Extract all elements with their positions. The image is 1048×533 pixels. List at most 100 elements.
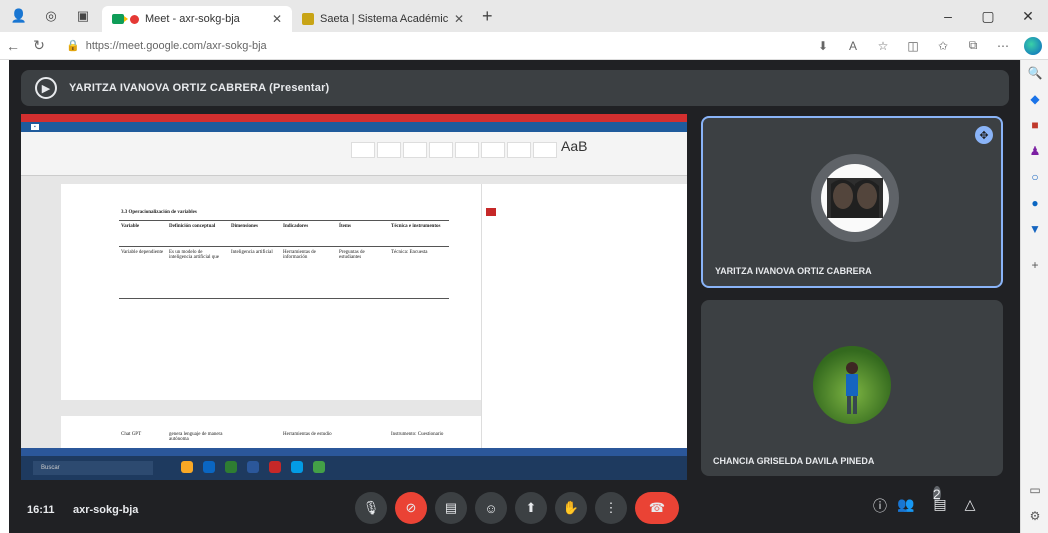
add-app-icon[interactable]: +: [1021, 252, 1048, 278]
recording-dot-icon: [130, 14, 139, 24]
window-controls: – ▢ ✕: [928, 8, 1048, 25]
chrome-icon: [313, 461, 325, 473]
call-controls: 🎙 ⊘ ▤ ☺ ⬆ ✋ ⋮ ☎: [355, 492, 687, 524]
table-border: [119, 246, 449, 247]
style-gallery: [351, 142, 559, 158]
participant-name: CHANCIA GRISELDA DAVILA PINEDA: [713, 456, 875, 466]
doc-cell: Variable dependiente: [121, 250, 164, 255]
excel-icon: [225, 461, 237, 473]
word-icon: [247, 461, 259, 473]
profile-icon[interactable]: 👤: [6, 5, 32, 27]
side-controls: ⓘ 👥2 ▤ △: [865, 486, 985, 516]
copilot-icon[interactable]: [1024, 36, 1042, 55]
participant-name: YARITZA IVANOVA ORTIZ CABRERA: [715, 266, 872, 276]
university-logo-icon: [486, 208, 496, 216]
windows-taskbar: Buscar: [21, 456, 687, 480]
url-field[interactable]: 🔒 https://meet.google.com/axr-sokg-bja: [66, 39, 267, 53]
tab-actions-icon[interactable]: ▣: [70, 5, 96, 27]
document-page: 3.3 Operacionalización de variables Vari…: [61, 184, 481, 400]
doc-heading: 3.3 Operacionalización de variables: [121, 210, 197, 215]
doc-col-header: Variable: [121, 224, 140, 229]
search-icon[interactable]: 🔍: [1021, 60, 1048, 86]
presenter-label: YARITZA IVANOVA ORTIZ CABRERA (Presentar…: [69, 82, 330, 94]
office-icon[interactable]: ○: [1021, 164, 1048, 190]
split-screen-icon[interactable]: ◫: [898, 39, 928, 53]
doc-cell: Herramientas de información: [283, 250, 316, 260]
hang-up-button[interactable]: ☎: [635, 492, 679, 524]
chat-icon[interactable]: ▤: [925, 496, 955, 516]
outlook-icon[interactable]: ●: [1021, 190, 1048, 216]
camera-off-icon[interactable]: ⊘: [395, 492, 427, 524]
style-preview: AaB: [561, 138, 588, 154]
present-screen-icon[interactable]: ⬆: [515, 492, 547, 524]
doc-cell: Herramientas de estudio: [283, 432, 332, 437]
taskbar-search: Buscar: [33, 461, 153, 475]
maximize-button[interactable]: ▢: [968, 8, 1008, 25]
saeta-favicon-icon: [302, 13, 314, 25]
shopping-tag-icon[interactable]: ◆: [1021, 86, 1048, 112]
lock-icon: 🔒: [66, 40, 80, 52]
collections-icon[interactable]: ◎: [38, 5, 64, 27]
avatar: [811, 154, 899, 242]
doc-col-header: Dimensiones: [231, 224, 258, 229]
tab-meet[interactable]: Meet - axr-sokg-bja ✕: [102, 6, 292, 32]
favorites-icon[interactable]: ✩: [928, 39, 958, 53]
raise-hand-icon[interactable]: ✋: [555, 492, 587, 524]
doc-cell: genera lenguaje de manera autónoma: [169, 432, 223, 442]
more-menu-icon[interactable]: ⋯: [988, 39, 1018, 53]
microphone-icon[interactable]: 🎙: [355, 492, 387, 524]
url-text: https://meet.google.com/axr-sokg-bja: [85, 39, 267, 52]
file-explorer-icon: [181, 461, 193, 473]
activities-icon[interactable]: △: [955, 496, 985, 516]
collections-toolbar-icon[interactable]: ⧉: [958, 38, 988, 53]
taskbar-apps: [181, 461, 335, 473]
doc-cell: Instrumento: Cuestionario: [391, 432, 444, 437]
captions-icon[interactable]: ▤: [435, 492, 467, 524]
table-border: [119, 298, 449, 299]
participant-tile[interactable]: CHANCIA GRISELDA DAVILA PINEDA: [701, 300, 1003, 476]
people-icon[interactable]: 👥2: [895, 486, 941, 516]
table-border: [119, 220, 449, 221]
meeting-time: 16:11: [27, 504, 55, 516]
sidebar-toggle-icon[interactable]: ▭: [1021, 477, 1048, 503]
emoji-icon[interactable]: ☺: [475, 492, 507, 524]
photo-icon: [827, 178, 883, 218]
doc-cell: Inteligencia artificial: [231, 250, 273, 255]
tab-saeta[interactable]: Saeta | Sistema Académico Ins ✕: [292, 6, 474, 32]
refresh-icon[interactable]: ↻: [26, 37, 52, 54]
pin-icon[interactable]: ✥: [975, 126, 993, 144]
doc-col-header: Definición conceptual: [169, 224, 216, 229]
powerpoint-icon: [269, 461, 281, 473]
tools-icon[interactable]: ■: [1021, 112, 1048, 138]
meeting-info-icon[interactable]: ⓘ: [865, 496, 895, 516]
drop-icon[interactable]: ▼: [1021, 216, 1048, 242]
meeting-code: axr-sokg-bja: [73, 504, 139, 516]
new-tab-button[interactable]: +: [482, 6, 493, 27]
back-icon[interactable]: ←: [0, 38, 26, 54]
close-window-button[interactable]: ✕: [1008, 8, 1048, 25]
more-options-icon[interactable]: ⋮: [595, 492, 627, 524]
favorite-star-icon[interactable]: ☆: [868, 39, 898, 53]
browser-tab-bar: 👤 ◎ ▣ Meet - axr-sokg-bja ✕ Saeta | Sist…: [0, 0, 1048, 32]
photo-icon: [846, 362, 858, 414]
minimize-button[interactable]: –: [928, 8, 968, 25]
shared-screen: ▪ AaB 3.3 Operacionalización de variable…: [21, 114, 687, 480]
doc-col-header: Indicadores: [283, 224, 309, 229]
games-icon[interactable]: ♟: [1021, 138, 1048, 164]
close-tab-icon[interactable]: ✕: [272, 12, 282, 26]
doc-cell: Es un modelo de inteligencia artificial …: [169, 250, 219, 260]
doc-cell: Chat GPT: [121, 432, 142, 437]
avatar-photo: [821, 164, 889, 232]
participant-tile[interactable]: ✥ YARITZA IVANOVA ORTIZ CABRERA: [701, 116, 1003, 288]
doc-col-header: Técnica e instrumentos: [391, 224, 441, 229]
camera-permission-icon[interactable]: ⬇: [808, 39, 838, 53]
close-tab-icon[interactable]: ✕: [454, 12, 464, 26]
document-side-panel: [481, 184, 687, 460]
read-aloud-icon[interactable]: A: [838, 39, 868, 53]
tab-title: Meet - axr-sokg-bja: [145, 13, 240, 25]
tab-title: Saeta | Sistema Académico Ins: [320, 13, 448, 25]
avatar: [813, 346, 891, 424]
presenter-bar: ▶ YARITZA IVANOVA ORTIZ CABRERA (Present…: [21, 70, 1009, 106]
word-status-bar: [21, 448, 687, 456]
sidebar-settings-icon[interactable]: ⚙: [1021, 503, 1048, 529]
